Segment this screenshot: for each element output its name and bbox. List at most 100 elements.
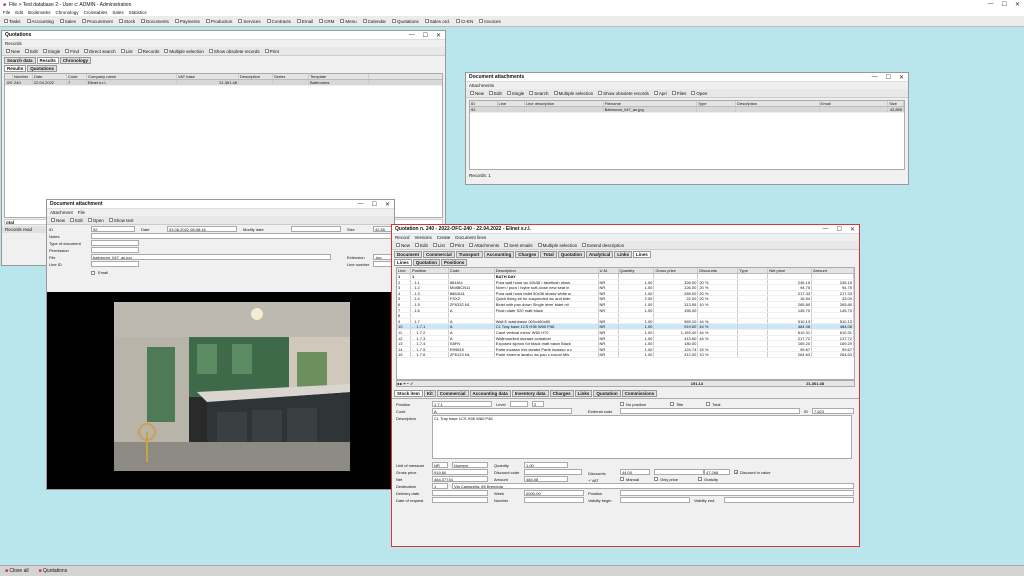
menu-item-bookmarks[interactable]: Bookmarks: [28, 10, 51, 15]
tool-edit[interactable]: Edit: [415, 243, 428, 248]
tool-show-text[interactable]: Show text: [108, 218, 134, 223]
table-row[interactable]: 92 Bathroom_047_ac.jpg 42,855: [470, 107, 904, 113]
date-of-request-field[interactable]: [432, 497, 488, 503]
tool-new[interactable]: New: [396, 243, 410, 248]
level-field[interactable]: 2: [532, 401, 544, 407]
tool-multiple-selection[interactable]: Multiple selection: [553, 91, 593, 96]
validity-begin-field[interactable]: [620, 497, 690, 503]
subtab-quotation[interactable]: Quotation: [412, 259, 441, 266]
taskbar-item-quotations[interactable]: ■ Quotations: [39, 568, 68, 574]
tool-records[interactable]: Records: [137, 49, 159, 54]
tab-results[interactable]: Results: [36, 57, 59, 64]
tool-files[interactable]: Files: [671, 91, 686, 96]
detail-tab-accounting-data[interactable]: Accounting data: [469, 390, 511, 397]
module-contracts[interactable]: Contracts: [266, 19, 291, 24]
module-services[interactable]: Services: [238, 19, 261, 24]
window-controls[interactable]: — ☐ ✕: [823, 226, 859, 233]
menu-item-crosstables[interactable]: Crosstables: [84, 10, 108, 15]
table-row[interactable]: 15. . 1.7.6 ZF6123.N1 Parte esterna lavabo…: [397, 352, 854, 358]
quantity-field[interactable]: 1.00: [524, 462, 568, 468]
level-extra-field[interactable]: [510, 401, 528, 407]
tab-lines[interactable]: Lines: [633, 251, 651, 258]
title-checkbox[interactable]: [670, 402, 674, 406]
id-field[interactable]: 7,623: [812, 408, 854, 414]
validity-end-field[interactable]: [724, 497, 854, 503]
window-controls[interactable]: — ☐ ✕: [358, 201, 394, 208]
tab-quotation[interactable]: Quotation: [557, 251, 585, 258]
discount-in-value-checkbox[interactable]: ✓: [734, 470, 738, 475]
tool-sent-emails[interactable]: Sent emails: [504, 243, 533, 248]
tool-list[interactable]: List: [432, 243, 445, 248]
tool-single[interactable]: Single: [42, 49, 60, 54]
subtab-lines[interactable]: Lines: [394, 259, 412, 266]
tab-links[interactable]: Links: [614, 251, 633, 258]
detail-tab-links[interactable]: Links: [574, 390, 593, 397]
module-stock[interactable]: Stock: [118, 19, 135, 24]
tool-edit[interactable]: Edit: [70, 218, 83, 223]
module-accounting[interactable]: Accounting: [26, 19, 54, 24]
net-field[interactable]: 484.07744: [432, 476, 488, 482]
tool-print[interactable]: Print: [449, 243, 464, 248]
close-all-button[interactable]: ■ Close all: [5, 568, 29, 574]
destination-field[interactable]: 1: [432, 483, 448, 489]
detail-tab-commissions[interactable]: Commissions: [621, 390, 658, 397]
only-price-checkbox[interactable]: [654, 477, 658, 481]
module-documents[interactable]: Documents: [141, 19, 169, 24]
menu-item-sales[interactable]: Sales: [112, 10, 123, 15]
module-calendar[interactable]: Calendar: [362, 19, 386, 24]
tool-edit[interactable]: Edit: [25, 49, 38, 54]
window-controls[interactable]: — ☐ ✕: [872, 74, 908, 81]
manual-checkbox[interactable]: [620, 477, 624, 481]
module-quotations[interactable]: Quotations: [391, 19, 419, 24]
menu-item-records[interactable]: Records: [5, 41, 22, 46]
uom-name-field[interactable]: Numero: [452, 462, 488, 468]
destination-address-field[interactable]: Via Cantarella, 65 Brendola: [452, 483, 854, 489]
tool-show-obsolete-records[interactable]: Show obsolete records: [208, 49, 260, 54]
tool-attachments[interactable]: Attachments: [469, 243, 499, 248]
no-position-checkbox[interactable]: [620, 402, 624, 406]
amount-field[interactable]: 484.08: [524, 476, 568, 482]
total-checkbox[interactable]: [706, 402, 710, 406]
tool-open[interactable]: Open: [87, 218, 104, 223]
module-ci-en[interactable]: CI-EN: [455, 19, 473, 24]
nav-arrows[interactable]: ◂ ▸ + − ✓: [397, 381, 647, 386]
menu-item-file[interactable]: File: [78, 210, 85, 215]
position-field[interactable]: 1.7.1: [432, 401, 492, 407]
number-field[interactable]: [524, 497, 584, 503]
menu-item-create[interactable]: Create: [437, 235, 451, 240]
uom-field[interactable]: NR: [432, 462, 448, 468]
tool-extend-description[interactable]: Extend description: [582, 243, 624, 248]
tab-transport[interactable]: Transport: [455, 251, 483, 258]
module-email[interactable]: Email: [296, 19, 313, 24]
menu-item-attachment[interactable]: Attachment: [50, 210, 73, 215]
subtab-results[interactable]: Results: [4, 65, 27, 72]
window-controls[interactable]: — ☐ ✕: [409, 32, 445, 39]
app-window-controls[interactable]: — ☐ ✕: [988, 1, 1024, 8]
module-tasks[interactable]: Tasks: [4, 19, 21, 24]
table-row[interactable]: .09224022.04.20227Elinet s.r.l.21,361.48…: [5, 80, 442, 86]
menu-item-versions[interactable]: Versions: [415, 235, 432, 240]
tool-new[interactable]: New: [6, 49, 20, 54]
menu-item-file[interactable]: File: [3, 10, 10, 15]
code-field[interactable]: A: [432, 408, 572, 414]
detail-tab-charges[interactable]: Charges: [549, 390, 574, 397]
detail-tab-kit[interactable]: Kit: [423, 390, 436, 397]
file-field[interactable]: bathroom_047_ac.jpg: [91, 254, 331, 260]
tool-single[interactable]: Single: [506, 91, 524, 96]
tool-find[interactable]: Find: [65, 49, 79, 54]
tool-direct-search[interactable]: Direct search: [84, 49, 116, 54]
modify-date-field[interactable]: [291, 226, 341, 232]
email-checkbox[interactable]: [91, 270, 96, 276]
tab-chronology[interactable]: Chronology: [59, 57, 92, 64]
menu-item-chronology[interactable]: Chronology: [56, 10, 79, 15]
tool-open[interactable]: Open: [691, 91, 707, 96]
menu-item-edit[interactable]: Edit: [15, 10, 23, 15]
external-code-field[interactable]: [620, 408, 800, 414]
discounts-extra-field[interactable]: [654, 469, 704, 475]
module-sales-ord[interactable]: Sales ord.: [424, 19, 450, 24]
module-menu[interactable]: Menu: [340, 19, 357, 24]
tool-multiple-selection[interactable]: Multiple selection: [537, 243, 577, 248]
detail-tab-stock-item[interactable]: Stock item: [394, 390, 423, 397]
description-field[interactable]: CL Tray base 1CS H36 W60 P46: [432, 415, 852, 459]
tool-show-obsolete-records[interactable]: Show obsolete records: [598, 91, 649, 96]
